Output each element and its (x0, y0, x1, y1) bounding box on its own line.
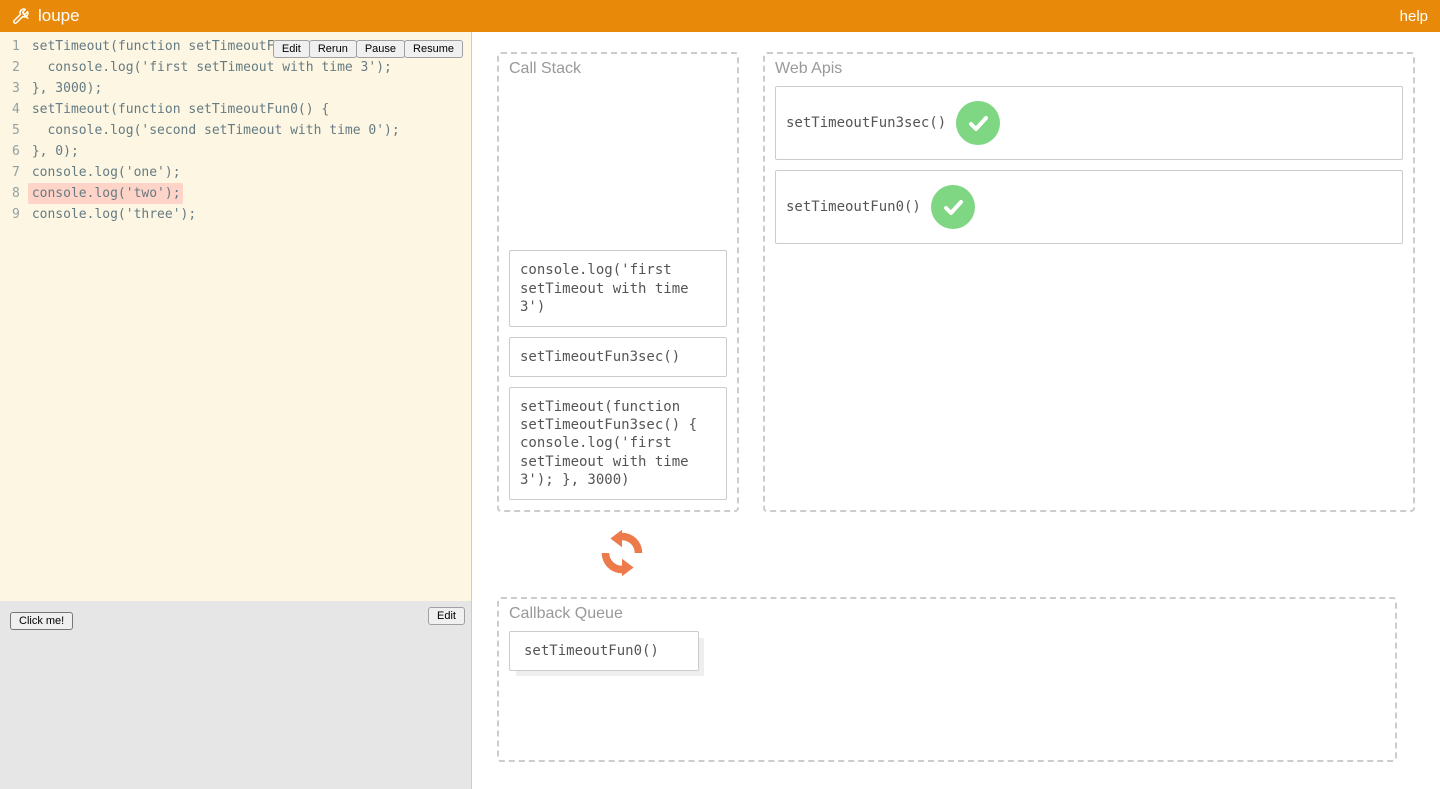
top-row: Call Stack console.log('first setTimeout… (497, 52, 1415, 512)
app-header: loupe help (0, 0, 1440, 32)
help-link[interactable]: help (1400, 8, 1428, 25)
html-render-pane: Edit Click me! (0, 601, 471, 789)
check-icon (931, 185, 975, 229)
tools-icon (12, 7, 30, 25)
line-number: 2 (12, 57, 20, 78)
code-lines: setTimeout(function setTimeoutFun3sec() … (28, 32, 471, 229)
rerun-button[interactable]: Rerun (309, 40, 357, 58)
check-icon (956, 101, 1000, 145)
visualization-column: Call Stack console.log('first setTimeout… (472, 32, 1440, 789)
line-number: 1 (12, 36, 20, 57)
web-apis-panel: Web Apis setTimeoutFun3sec() setTimeoutF… (763, 52, 1415, 512)
line-number: 3 (12, 78, 20, 99)
web-apis-title: Web Apis (775, 60, 842, 78)
line-number: 4 (12, 99, 20, 120)
callback-item: setTimeoutFun0() (509, 631, 699, 671)
header-left: loupe (12, 6, 80, 26)
line-number: 5 (12, 120, 20, 141)
code-line: console.log('second setTimeout with time… (28, 120, 471, 141)
callback-queue-title: Callback Queue (509, 605, 623, 623)
render-edit-button[interactable]: Edit (428, 607, 465, 625)
edit-button[interactable]: Edit (273, 40, 310, 58)
web-api-label: setTimeoutFun3sec() (786, 114, 946, 132)
line-number: 6 (12, 141, 20, 162)
code-line: }, 3000); (28, 78, 471, 99)
code-line: console.log('first setTimeout with time … (28, 57, 471, 78)
code-line: console.log('two'); (28, 183, 183, 204)
code-editor[interactable]: 123456789 setTimeout(function setTimeout… (0, 32, 471, 229)
code-line: console.log('one'); (28, 162, 471, 183)
event-loop-icon (587, 524, 657, 585)
code-editor-panel: Edit Rerun Pause Resume 123456789 setTim… (0, 32, 471, 601)
code-line: console.log('three'); (28, 204, 471, 225)
code-line: setTimeout(function setTimeoutFun0() { (28, 99, 471, 120)
line-gutter: 123456789 (0, 32, 28, 229)
call-stack-title: Call Stack (509, 60, 581, 78)
code-line: }, 0); (28, 141, 471, 162)
line-number: 8 (12, 183, 20, 204)
web-api-item: setTimeoutFun0() (775, 170, 1403, 244)
line-number: 7 (12, 162, 20, 183)
resume-button[interactable]: Resume (404, 40, 463, 58)
call-stack-panel: Call Stack console.log('first setTimeout… (497, 52, 739, 512)
editor-controls: Edit Rerun Pause Resume (274, 40, 463, 58)
pause-button[interactable]: Pause (356, 40, 405, 58)
app-title: loupe (38, 6, 80, 26)
left-column: Edit Rerun Pause Resume 123456789 setTim… (0, 32, 472, 789)
web-api-item: setTimeoutFun3sec() (775, 86, 1403, 160)
stack-frame: setTimeoutFun3sec() (509, 337, 727, 377)
stack-frame: setTimeout(function setTimeoutFun3sec() … (509, 387, 727, 500)
main-layout: Edit Rerun Pause Resume 123456789 setTim… (0, 32, 1440, 789)
click-me-button[interactable]: Click me! (10, 612, 73, 630)
stack-frame: console.log('first setTimeout with time … (509, 250, 727, 327)
event-loop-row (497, 512, 1415, 597)
web-api-label: setTimeoutFun0() (786, 198, 921, 216)
line-number: 9 (12, 204, 20, 225)
callback-queue-panel: Callback Queue setTimeoutFun0() (497, 597, 1397, 762)
